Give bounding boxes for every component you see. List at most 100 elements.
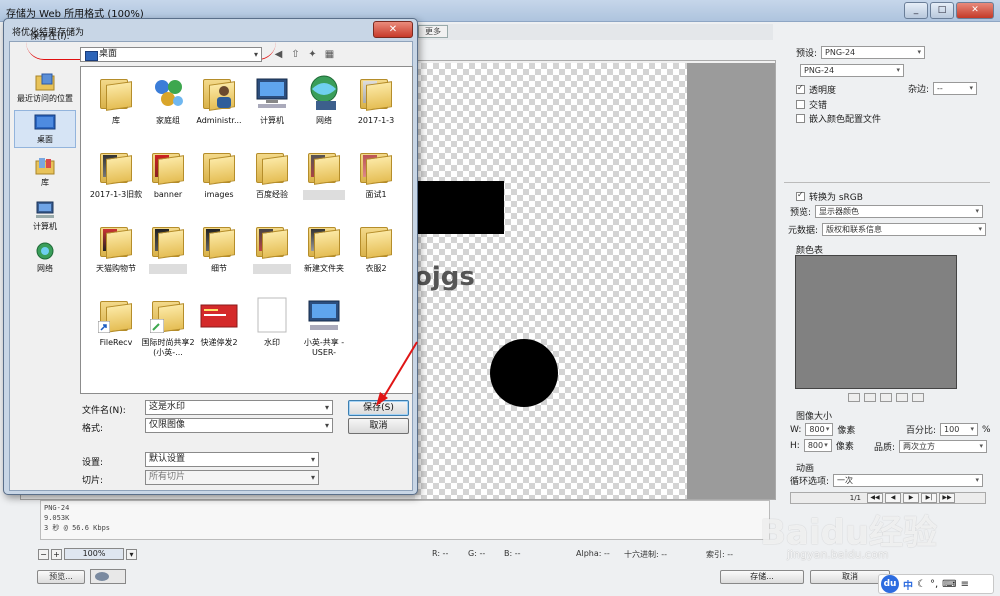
new-folder-icon[interactable]: ✦ (306, 48, 319, 61)
place-desktop[interactable]: 桌面 (14, 110, 76, 148)
quality-row: 品质: 两次立方 (874, 440, 988, 453)
map-color-icon[interactable] (848, 393, 860, 402)
dialog-close-icon[interactable]: ✕ (373, 21, 413, 38)
ime-menu-icon[interactable]: ≡ (961, 579, 969, 590)
computer-icon (34, 200, 56, 220)
matte-label: 杂边: (908, 85, 930, 95)
quality-select[interactable]: 两次立方 (899, 440, 988, 453)
last-frame-icon[interactable]: ▶▶ (939, 493, 955, 503)
image-size-label: 图像大小 (796, 412, 833, 422)
transparency-checkbox[interactable] (796, 83, 805, 94)
settings-select[interactable]: 默认设置 (145, 452, 319, 467)
animation-controls: 1/1 ◀◀ ◀ ▶ ▶| ▶▶ (790, 492, 986, 504)
black-rectangle (415, 181, 504, 234)
file-item-xiaoying-share[interactable]: 小英-共享 -USER- (293, 295, 355, 358)
back-icon[interactable]: ◀ (272, 48, 285, 61)
preset-row: 预设: PNG-24 (796, 46, 926, 59)
readout-r: R: -- (432, 549, 449, 558)
preset-label: 预设: (796, 49, 818, 59)
preset-select[interactable]: PNG-24 (821, 46, 926, 59)
color-table[interactable] (795, 255, 957, 389)
first-frame-icon[interactable]: ◀◀ (867, 493, 883, 503)
folder-icon (356, 73, 396, 113)
network-globe-icon (304, 73, 344, 113)
embed-profile-checkbox[interactable] (796, 114, 805, 123)
close-icon[interactable]: ✕ (956, 2, 994, 19)
folder-icon (96, 221, 136, 261)
slices-select[interactable]: 所有切片 (145, 470, 319, 485)
settings-label: 设置: (82, 458, 104, 468)
interlaced-checkbox[interactable] (796, 100, 805, 109)
loop-select[interactable]: 一次 (833, 474, 984, 487)
desktop-icon (34, 113, 56, 133)
convert-srgb-label: 转换为 sRGB (809, 193, 863, 203)
main-save-button[interactable]: 存储... (720, 570, 804, 584)
browser-preview-icon[interactable] (90, 569, 126, 584)
info-format: PNG-24 (44, 504, 70, 512)
next-frame-icon[interactable]: ▶| (921, 493, 937, 503)
up-folder-icon[interactable]: ⇧ (289, 48, 302, 61)
image-file-icon (199, 295, 239, 335)
percent-input[interactable]: 100 (940, 423, 979, 436)
folder-icon (304, 147, 344, 187)
percent-unit: % (982, 424, 991, 435)
height-label: H: (790, 440, 800, 451)
view-menu-icon[interactable]: ▦ (323, 48, 336, 61)
dialog-save-button[interactable]: 保存(S) (348, 400, 409, 416)
format-select[interactable]: PNG-24 (800, 64, 904, 77)
ime-moon-icon[interactable]: ☾ (917, 579, 926, 590)
maximize-icon[interactable]: □ (930, 2, 954, 19)
prev-frame-icon[interactable]: ◀ (885, 493, 901, 503)
convert-srgb-row: 转换为 sRGB (796, 190, 863, 203)
window-controls: _ □ ✕ (904, 2, 994, 19)
file-item-interview[interactable]: 面试1 (345, 147, 407, 200)
preview-button[interactable]: 预览... (37, 570, 85, 584)
ime-keyboard-icon[interactable]: ⌨ (942, 579, 956, 590)
blurred-label (253, 264, 291, 274)
matte-select[interactable]: -- (933, 82, 978, 95)
animation-header: 动画 (796, 461, 814, 474)
place-computer[interactable]: 计算机 (14, 198, 76, 234)
readout-index: 索引: -- (706, 550, 734, 559)
file-item-clothes2[interactable]: 衣服2 (345, 221, 407, 274)
interlaced-label: 交错 (809, 101, 828, 111)
convert-srgb-checkbox[interactable] (796, 190, 805, 201)
canvas-watermark-text: ojgs (414, 262, 475, 292)
file-item-2017-1-3[interactable]: 2017-1-3 (345, 73, 407, 126)
place-libraries[interactable]: 库 (14, 154, 76, 190)
lock-color-icon[interactable] (880, 393, 892, 402)
play-icon[interactable]: ▶ (903, 493, 919, 503)
ime-punct-icon[interactable]: °, (930, 579, 938, 590)
place-recent[interactable]: 最近访问的位置 (14, 70, 76, 110)
canvas-background (687, 63, 775, 499)
metadata-select[interactable]: 版权和联系信息 (822, 223, 987, 236)
filename-input[interactable]: 这是水印 (145, 400, 333, 415)
height-input[interactable]: 800 (803, 439, 832, 452)
tab-more[interactable]: 更多 (418, 25, 448, 38)
format-select[interactable]: 仅限图像 (145, 418, 333, 433)
dialog-cancel-button[interactable]: 取消 (348, 418, 409, 434)
place-network[interactable]: 网络 (14, 240, 76, 276)
width-input[interactable]: 800 (805, 423, 834, 436)
ime-language[interactable]: 中 (903, 577, 913, 592)
filename-label: 文件名(N): (82, 406, 126, 416)
shortcut-folder-icon (96, 295, 136, 335)
matte-row: 杂边: -- (908, 82, 978, 95)
folder-icon (199, 147, 239, 187)
baidu-ime-logo[interactable]: du (881, 575, 899, 593)
folder-icon (356, 147, 396, 187)
minimize-icon[interactable]: _ (904, 2, 928, 19)
blurred-label (149, 264, 187, 274)
file-list[interactable]: 库 家庭组 Administr... 计算机 网络 2017-1-3 2017-… (80, 66, 413, 394)
new-color-icon[interactable] (896, 393, 908, 402)
preview-select[interactable]: 显示器颜色 (815, 205, 984, 218)
preview-row: 预览: 显示器颜色 (790, 205, 984, 218)
save-in-select[interactable]: 桌面 (80, 47, 262, 62)
delete-color-icon[interactable] (912, 393, 924, 402)
web-shift-icon[interactable] (864, 393, 876, 402)
width-unit: 像素 (837, 426, 856, 436)
width-row: W: 800 像素 (790, 423, 855, 436)
image-size-header: 图像大小 (796, 409, 832, 422)
place-libraries-label: 库 (41, 178, 49, 187)
file-item-label: 衣服2 (365, 264, 387, 273)
